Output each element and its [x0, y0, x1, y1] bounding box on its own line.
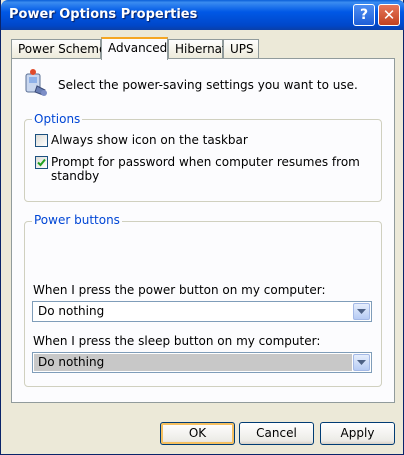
checkmark-icon — [37, 158, 46, 167]
apply-button[interactable]: Apply — [320, 422, 395, 445]
chevron-down-icon[interactable] — [353, 354, 370, 371]
sleep-button-select[interactable]: Do nothing — [32, 352, 372, 373]
power-button-label: When I press the power button on my comp… — [33, 283, 326, 297]
cancel-button[interactable]: Cancel — [239, 422, 314, 445]
prompt-password-label[interactable]: Prompt for password when computer resume… — [51, 155, 403, 183]
tab-advanced[interactable]: Advanced — [101, 37, 168, 60]
tab-hibernate[interactable]: Hibernate — [168, 39, 234, 59]
close-button[interactable]: ✕ — [378, 4, 400, 26]
sleep-button-value: Do nothing — [34, 354, 352, 371]
prompt-password-checkbox[interactable] — [35, 156, 48, 169]
tab-power-schemes[interactable]: Power Schemes — [11, 39, 113, 59]
power-button-select[interactable]: Do nothing — [32, 301, 372, 322]
intro-text: Select the power-saving settings you wan… — [58, 78, 358, 92]
sleep-button-label: When I press the sleep button on my comp… — [33, 334, 321, 348]
chevron-down-icon[interactable] — [353, 303, 370, 320]
power-buttons-group-title: Power buttons — [32, 213, 122, 227]
power-settings-icon — [23, 68, 49, 98]
title-bar[interactable]: Power Options Properties ? ✕ — [1, 0, 404, 30]
show-icon-checkbox[interactable] — [35, 134, 48, 147]
show-icon-label[interactable]: Always show icon on the taskbar — [51, 133, 248, 147]
help-button[interactable]: ? — [353, 4, 375, 26]
ok-button[interactable]: OK — [160, 422, 235, 445]
window-title: Power Options Properties — [9, 7, 198, 22]
power-button-value: Do nothing — [38, 304, 105, 318]
tab-ups[interactable]: UPS — [223, 39, 259, 59]
options-group-title: Options — [32, 112, 83, 126]
dialog-window: Power Options Properties ? ✕ Power Schem… — [0, 0, 404, 455]
